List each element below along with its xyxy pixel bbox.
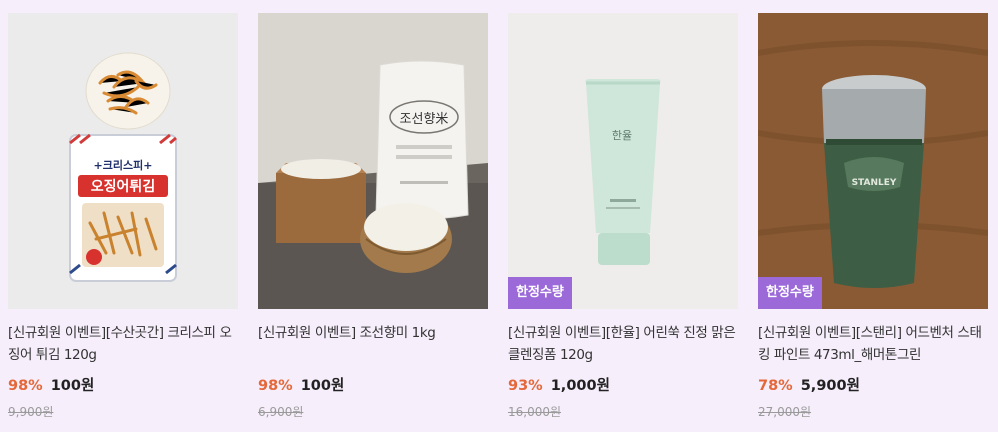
package-label-main: 오징어튀김 bbox=[91, 178, 155, 195]
product-image[interactable]: 조선향米 bbox=[258, 13, 488, 309]
product-card[interactable]: +크리스피+ 오징어튀김 [신규회원 이벤트][수산곳간] 크리스피 오징어 튀… bbox=[8, 13, 238, 420]
product-image[interactable]: 한율 한정수량 bbox=[508, 13, 738, 309]
price-row: 98% 100원 bbox=[258, 374, 488, 395]
tumbler-cup: STANLEY bbox=[822, 75, 926, 288]
product-image[interactable]: +크리스피+ 오징어튀김 bbox=[8, 13, 238, 309]
discount-rate: 98% bbox=[8, 378, 43, 394]
product-card[interactable]: 한율 한정수량 [신규회원 이벤트][한율] 어린쑥 진정 맑은 클렌징폼 12… bbox=[508, 13, 738, 420]
original-price: 27,000원 bbox=[758, 405, 812, 419]
cup-brand-label: STANLEY bbox=[852, 178, 897, 188]
limited-quantity-badge: 한정수량 bbox=[508, 277, 572, 309]
price-row: 78% 5,900원 bbox=[758, 374, 988, 395]
product-title[interactable]: [신규회원 이벤트][한율] 어린쑥 진정 맑은 클렌징폼 120g bbox=[508, 322, 738, 366]
product-title[interactable]: [신규회원 이벤트][스탠리] 어드벤처 스태킹 파인트 473ml_해머톤그린 bbox=[758, 322, 988, 366]
rice-basket bbox=[360, 203, 452, 273]
sale-price: 1,000원 bbox=[550, 378, 610, 394]
discount-rate: 78% bbox=[758, 378, 793, 394]
product-card[interactable]: STANLEY 한정수량 [신규회원 이벤트][스탠리] 어드벤처 스태킹 파인… bbox=[758, 13, 988, 420]
snack-package: +크리스피+ 오징어튀김 bbox=[69, 133, 177, 282]
rice-bag-label: 조선향米 bbox=[400, 112, 449, 127]
original-price: 6,900원 bbox=[258, 405, 304, 419]
product-title[interactable]: [신규회원 이벤트] 조선향미 1kg bbox=[258, 322, 488, 366]
product-image[interactable]: STANLEY 한정수량 bbox=[758, 13, 988, 309]
product-title[interactable]: [신규회원 이벤트][수산곳간] 크리스피 오징어 튀김 120g bbox=[8, 322, 238, 366]
rice-bag: 조선향米 bbox=[375, 60, 469, 220]
product-grid: +크리스피+ 오징어튀김 [신규회원 이벤트][수산곳간] 크리스피 오징어 튀… bbox=[0, 0, 998, 432]
package-label-top: +크리스피+ bbox=[94, 158, 153, 172]
sale-price: 5,900원 bbox=[800, 378, 860, 394]
cleansing-foam-product-image: 한율 bbox=[508, 13, 738, 309]
rice-product-image: 조선향米 bbox=[258, 13, 488, 309]
sale-price: 100원 bbox=[300, 378, 345, 394]
original-price: 9,900원 bbox=[8, 405, 54, 419]
wooden-measure-box bbox=[276, 159, 366, 243]
product-card[interactable]: 조선향米 [신규회원 이벤트] 조선향미 1kg 98% 100원 6,900원 bbox=[258, 13, 488, 420]
sale-price: 100원 bbox=[50, 378, 95, 394]
squid-snack-product-image: +크리스피+ 오징어튀김 bbox=[8, 13, 238, 309]
tube-brand-label: 한율 bbox=[612, 129, 632, 142]
price-row: 93% 1,000원 bbox=[508, 374, 738, 395]
discount-rate: 98% bbox=[258, 378, 293, 394]
price-row: 98% 100원 bbox=[8, 374, 238, 395]
original-price: 16,000원 bbox=[508, 405, 562, 419]
discount-rate: 93% bbox=[508, 378, 543, 394]
tumbler-product-image: STANLEY bbox=[758, 13, 988, 309]
limited-quantity-badge: 한정수량 bbox=[758, 277, 822, 309]
